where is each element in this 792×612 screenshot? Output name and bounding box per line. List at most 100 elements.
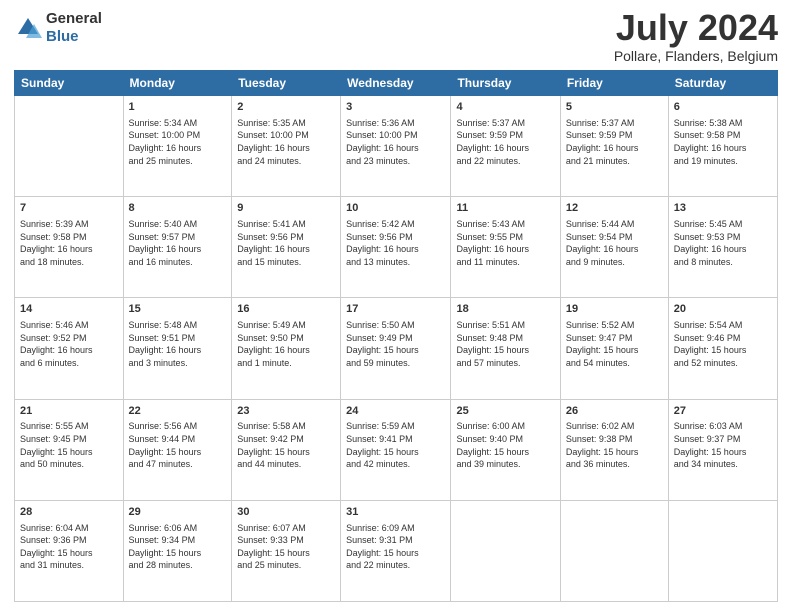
day-number: 21 <box>20 404 118 419</box>
day-number: 5 <box>566 100 663 115</box>
table-row: 25Sunrise: 6:00 AM Sunset: 9:40 PM Dayli… <box>451 399 560 500</box>
cell-content: Sunrise: 5:56 AM Sunset: 9:44 PM Dayligh… <box>129 420 227 470</box>
day-number: 22 <box>129 404 227 419</box>
col-sunday: Sunday <box>15 71 124 96</box>
col-wednesday: Wednesday <box>341 71 451 96</box>
col-thursday: Thursday <box>451 71 560 96</box>
table-row: 27Sunrise: 6:03 AM Sunset: 9:37 PM Dayli… <box>668 399 777 500</box>
location: Pollare, Flanders, Belgium <box>614 48 778 64</box>
day-number: 18 <box>456 302 554 317</box>
table-row: 15 Sunrise: 5:48 AM Sunset: 9:51 PM Dayli… <box>123 298 232 399</box>
table-row: 13 Sunrise: 5:45 AM Sunset: 9:53 PM Dayli… <box>668 197 777 298</box>
cell-content: Sunrise: 5:48 AM Sunset: 9:51 PM Dayligh… <box>129 319 227 369</box>
table-row: 24Sunrise: 5:59 AM Sunset: 9:41 PM Dayli… <box>341 399 451 500</box>
day-number: 2 <box>237 100 335 115</box>
day-number: 20 <box>674 302 772 317</box>
calendar-header-row: Sunday Monday Tuesday Wednesday Thursday… <box>15 71 778 96</box>
cell-content: Sunrise: 5:35 AM Sunset: 10:00 PM Daylig… <box>237 117 335 167</box>
table-row <box>668 500 777 601</box>
day-number: 10 <box>346 201 445 216</box>
table-row: 20 Sunrise: 5:54 AM Sunset: 9:46 PM Dayli… <box>668 298 777 399</box>
logo: General Blue <box>14 10 102 46</box>
cell-content: Sunrise: 5:49 AM Sunset: 9:50 PM Dayligh… <box>237 319 335 369</box>
cell-content: Sunrise: 5:52 AM Sunset: 9:47 PM Dayligh… <box>566 319 663 369</box>
cell-content: Sunrise: 6:03 AM Sunset: 9:37 PM Dayligh… <box>674 420 772 470</box>
table-row: 29Sunrise: 6:06 AM Sunset: 9:34 PM Dayli… <box>123 500 232 601</box>
table-row: 16 Sunrise: 5:49 AM Sunset: 9:50 PM Dayli… <box>232 298 341 399</box>
cell-content: Sunrise: 6:07 AM Sunset: 9:33 PM Dayligh… <box>237 522 335 572</box>
day-number: 9 <box>237 201 335 216</box>
day-number: 13 <box>674 201 772 216</box>
day-number: 25 <box>456 404 554 419</box>
table-row <box>560 500 668 601</box>
cell-content: Sunrise: 5:50 AM Sunset: 9:49 PM Dayligh… <box>346 319 445 369</box>
cell-content: Sunrise: 5:51 AM Sunset: 9:48 PM Dayligh… <box>456 319 554 369</box>
logo-text: General Blue <box>46 10 102 46</box>
cell-content: Sunrise: 5:42 AM Sunset: 9:56 PM Dayligh… <box>346 218 445 268</box>
day-number: 3 <box>346 100 445 115</box>
cell-content: Sunrise: 5:37 AM Sunset: 9:59 PM Dayligh… <box>566 117 663 167</box>
table-row: 11Sunrise: 5:43 AM Sunset: 9:55 PM Dayli… <box>451 197 560 298</box>
col-friday: Friday <box>560 71 668 96</box>
cell-content: Sunrise: 5:39 AM Sunset: 9:58 PM Dayligh… <box>20 218 118 268</box>
table-row: 12 Sunrise: 5:44 AM Sunset: 9:54 PM Dayli… <box>560 197 668 298</box>
top-section: General Blue July 2024 Pollare, Flanders… <box>14 10 778 64</box>
cell-content: Sunrise: 5:41 AM Sunset: 9:56 PM Dayligh… <box>237 218 335 268</box>
day-number: 4 <box>456 100 554 115</box>
table-row: 21Sunrise: 5:55 AM Sunset: 9:45 PM Dayli… <box>15 399 124 500</box>
calendar-week-row: 1 Sunrise: 5:34 AM Sunset: 10:00 PM Dayli… <box>15 96 778 197</box>
table-row: 8 Sunrise: 5:40 AM Sunset: 9:57 PM Daylig… <box>123 197 232 298</box>
table-row: 31 Sunrise: 6:09 AM Sunset: 9:31 PM Dayli… <box>341 500 451 601</box>
table-row: 9 Sunrise: 5:41 AM Sunset: 9:56 PM Daylig… <box>232 197 341 298</box>
day-number: 31 <box>346 505 445 520</box>
day-number: 1 <box>129 100 227 115</box>
table-row: 2 Sunrise: 5:35 AM Sunset: 10:00 PM Dayli… <box>232 96 341 197</box>
cell-content: Sunrise: 6:02 AM Sunset: 9:38 PM Dayligh… <box>566 420 663 470</box>
day-number: 16 <box>237 302 335 317</box>
table-row: 26Sunrise: 6:02 AM Sunset: 9:38 PM Dayli… <box>560 399 668 500</box>
day-number: 23 <box>237 404 335 419</box>
col-saturday: Saturday <box>668 71 777 96</box>
calendar-week-row: 21Sunrise: 5:55 AM Sunset: 9:45 PM Dayli… <box>15 399 778 500</box>
cell-content: Sunrise: 5:34 AM Sunset: 10:00 PM Daylig… <box>129 117 227 167</box>
day-number: 27 <box>674 404 772 419</box>
day-number: 14 <box>20 302 118 317</box>
table-row: 5 Sunrise: 5:37 AM Sunset: 9:59 PM Daylig… <box>560 96 668 197</box>
cell-content: Sunrise: 5:59 AM Sunset: 9:41 PM Dayligh… <box>346 420 445 470</box>
cell-content: Sunrise: 6:00 AM Sunset: 9:40 PM Dayligh… <box>456 420 554 470</box>
day-number: 8 <box>129 201 227 216</box>
day-number: 12 <box>566 201 663 216</box>
month-title: July 2024 <box>614 10 778 46</box>
cell-content: Sunrise: 5:46 AM Sunset: 9:52 PM Dayligh… <box>20 319 118 369</box>
cell-content: Sunrise: 5:40 AM Sunset: 9:57 PM Dayligh… <box>129 218 227 268</box>
table-row: 19Sunrise: 5:52 AM Sunset: 9:47 PM Dayli… <box>560 298 668 399</box>
day-number: 24 <box>346 404 445 419</box>
cell-content: Sunrise: 5:54 AM Sunset: 9:46 PM Dayligh… <box>674 319 772 369</box>
cell-content: Sunrise: 5:45 AM Sunset: 9:53 PM Dayligh… <box>674 218 772 268</box>
day-number: 15 <box>129 302 227 317</box>
cell-content: Sunrise: 5:43 AM Sunset: 9:55 PM Dayligh… <box>456 218 554 268</box>
cell-content: Sunrise: 6:09 AM Sunset: 9:31 PM Dayligh… <box>346 522 445 572</box>
day-number: 28 <box>20 505 118 520</box>
table-row: 28Sunrise: 6:04 AM Sunset: 9:36 PM Dayli… <box>15 500 124 601</box>
calendar-week-row: 7 Sunrise: 5:39 AM Sunset: 9:58 PM Daylig… <box>15 197 778 298</box>
day-number: 7 <box>20 201 118 216</box>
logo-icon <box>14 14 42 42</box>
cell-content: Sunrise: 5:38 AM Sunset: 9:58 PM Dayligh… <box>674 117 772 167</box>
table-row: 6Sunrise: 5:38 AM Sunset: 9:58 PM Daylig… <box>668 96 777 197</box>
table-row: 14 Sunrise: 5:46 AM Sunset: 9:52 PM Dayli… <box>15 298 124 399</box>
table-row: 4Sunrise: 5:37 AM Sunset: 9:59 PM Daylig… <box>451 96 560 197</box>
table-row: 22Sunrise: 5:56 AM Sunset: 9:44 PM Dayli… <box>123 399 232 500</box>
calendar-week-row: 14 Sunrise: 5:46 AM Sunset: 9:52 PM Dayli… <box>15 298 778 399</box>
day-number: 30 <box>237 505 335 520</box>
page: General Blue July 2024 Pollare, Flanders… <box>0 0 792 612</box>
day-number: 17 <box>346 302 445 317</box>
calendar-table: Sunday Monday Tuesday Wednesday Thursday… <box>14 70 778 602</box>
cell-content: Sunrise: 6:06 AM Sunset: 9:34 PM Dayligh… <box>129 522 227 572</box>
table-row: 7 Sunrise: 5:39 AM Sunset: 9:58 PM Daylig… <box>15 197 124 298</box>
table-row: 23Sunrise: 5:58 AM Sunset: 9:42 PM Dayli… <box>232 399 341 500</box>
table-row: 10 Sunrise: 5:42 AM Sunset: 9:56 PM Dayli… <box>341 197 451 298</box>
cell-content: Sunrise: 5:55 AM Sunset: 9:45 PM Dayligh… <box>20 420 118 470</box>
cell-content: Sunrise: 5:44 AM Sunset: 9:54 PM Dayligh… <box>566 218 663 268</box>
table-row <box>451 500 560 601</box>
